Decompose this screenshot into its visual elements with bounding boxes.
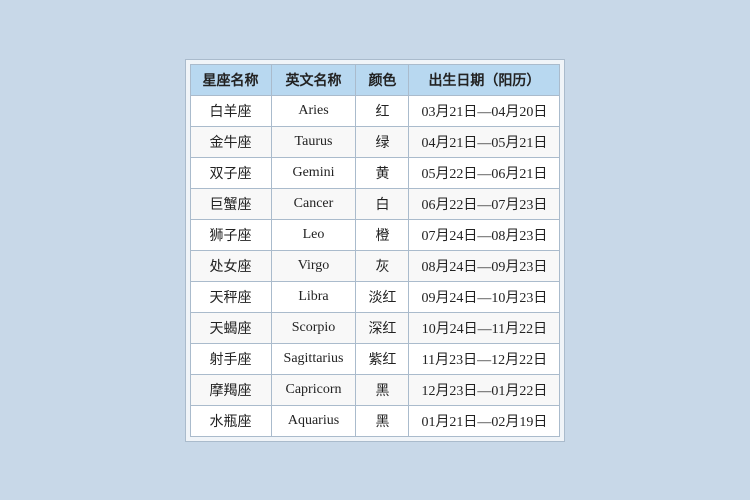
table-cell: 金牛座 xyxy=(190,126,271,157)
table-row: 水瓶座Aquarius黑01月21日—02月19日 xyxy=(190,405,560,436)
table-cell: Scorpio xyxy=(271,312,356,343)
table-cell: Aquarius xyxy=(271,405,356,436)
table-row: 白羊座Aries红03月21日—04月20日 xyxy=(190,95,560,126)
table-cell: 08月24日—09月23日 xyxy=(409,250,560,281)
table-cell: 射手座 xyxy=(190,343,271,374)
table-row: 天秤座Libra淡红09月24日—10月23日 xyxy=(190,281,560,312)
table-cell: 水瓶座 xyxy=(190,405,271,436)
table-cell: 04月21日—05月21日 xyxy=(409,126,560,157)
table-cell: 12月23日—01月22日 xyxy=(409,374,560,405)
table-cell: Taurus xyxy=(271,126,356,157)
table-cell: 双子座 xyxy=(190,157,271,188)
table-cell: 11月23日—12月22日 xyxy=(409,343,560,374)
table-cell: 绿 xyxy=(356,126,409,157)
table-row: 巨蟹座Cancer白06月22日—07月23日 xyxy=(190,188,560,219)
table-cell: 巨蟹座 xyxy=(190,188,271,219)
table-cell: 黑 xyxy=(356,405,409,436)
table-row: 天蝎座Scorpio深红10月24日—11月22日 xyxy=(190,312,560,343)
table-cell: Cancer xyxy=(271,188,356,219)
table-cell: 黑 xyxy=(356,374,409,405)
table-header-row: 星座名称 英文名称 颜色 出生日期（阳历） xyxy=(190,64,560,95)
table-cell: 狮子座 xyxy=(190,219,271,250)
table-cell: Capricorn xyxy=(271,374,356,405)
table-container: 星座名称 英文名称 颜色 出生日期（阳历） 白羊座Aries红03月21日—04… xyxy=(185,59,566,442)
table-cell: 06月22日—07月23日 xyxy=(409,188,560,219)
table-cell: Virgo xyxy=(271,250,356,281)
table-row: 摩羯座Capricorn黑12月23日—01月22日 xyxy=(190,374,560,405)
table-cell: 处女座 xyxy=(190,250,271,281)
table-row: 射手座Sagittarius紫红11月23日—12月22日 xyxy=(190,343,560,374)
col-header-chinese: 星座名称 xyxy=(190,64,271,95)
table-cell: 05月22日—06月21日 xyxy=(409,157,560,188)
col-header-english: 英文名称 xyxy=(271,64,356,95)
table-cell: Leo xyxy=(271,219,356,250)
table-cell: 天蝎座 xyxy=(190,312,271,343)
table-cell: 黄 xyxy=(356,157,409,188)
table-cell: Libra xyxy=(271,281,356,312)
zodiac-table: 星座名称 英文名称 颜色 出生日期（阳历） 白羊座Aries红03月21日—04… xyxy=(190,64,561,437)
table-cell: 天秤座 xyxy=(190,281,271,312)
table-cell: 红 xyxy=(356,95,409,126)
table-cell: 03月21日—04月20日 xyxy=(409,95,560,126)
table-cell: 10月24日—11月22日 xyxy=(409,312,560,343)
col-header-date: 出生日期（阳历） xyxy=(409,64,560,95)
col-header-color: 颜色 xyxy=(356,64,409,95)
table-cell: 01月21日—02月19日 xyxy=(409,405,560,436)
table-row: 双子座Gemini黄05月22日—06月21日 xyxy=(190,157,560,188)
table-row: 金牛座Taurus绿04月21日—05月21日 xyxy=(190,126,560,157)
table-cell: 07月24日—08月23日 xyxy=(409,219,560,250)
table-cell: 深红 xyxy=(356,312,409,343)
table-cell: 淡红 xyxy=(356,281,409,312)
table-row: 狮子座Leo橙07月24日—08月23日 xyxy=(190,219,560,250)
table-cell: Gemini xyxy=(271,157,356,188)
table-cell: Aries xyxy=(271,95,356,126)
table-row: 处女座Virgo灰08月24日—09月23日 xyxy=(190,250,560,281)
table-cell: Sagittarius xyxy=(271,343,356,374)
table-cell: 09月24日—10月23日 xyxy=(409,281,560,312)
table-cell: 白羊座 xyxy=(190,95,271,126)
table-cell: 橙 xyxy=(356,219,409,250)
table-cell: 白 xyxy=(356,188,409,219)
table-cell: 摩羯座 xyxy=(190,374,271,405)
table-cell: 灰 xyxy=(356,250,409,281)
table-cell: 紫红 xyxy=(356,343,409,374)
